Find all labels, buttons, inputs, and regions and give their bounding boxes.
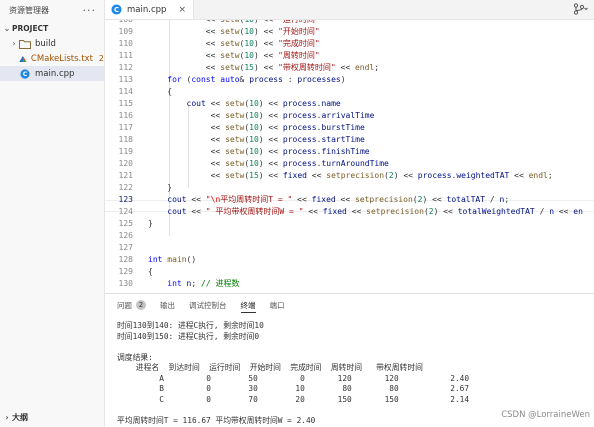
code-line: 116 << setw(10) << process.arrivalTime (118, 111, 375, 120)
tab-debug-console[interactable]: 调试控制台 (189, 294, 227, 316)
terminal-line: A 0 50 0 120 120 2.40 (117, 373, 470, 383)
code-line: 125} (118, 219, 153, 228)
tab-label: 调试控制台 (189, 300, 227, 310)
code-line: 124 cout << " 平均带权周转时间W = " << fixed << … (118, 207, 583, 216)
tab-main-cpp[interactable]: C main.cpp × (105, 0, 194, 19)
tree-item-label: main.cpp (35, 68, 75, 79)
outline-section[interactable]: › 大纲 (0, 410, 28, 424)
terminal-line: 时间140到150: 进程C执行, 剩余时间0 (117, 331, 260, 341)
editor-tab-bar: C main.cpp × (105, 0, 594, 20)
terminal-line: 平均周转时间T = 116.67 平均带权周转时间W = 2.40 (117, 415, 316, 425)
tree-item-main-cpp[interactable]: C main.cpp (0, 66, 104, 81)
close-tab-button[interactable]: × (178, 5, 186, 15)
folder-icon (19, 39, 31, 49)
code-line: 120 << setw(10) << process.turnAroundTim… (118, 159, 389, 168)
terminal-output[interactable]: 时间130到140: 进程C执行, 剩余时间10 时间140到150: 进程C执行… (117, 321, 469, 426)
code-line: 118 << setw(10) << process.startTime (118, 135, 365, 144)
code-line: 121 << setw(15) << fixed << setprecision… (118, 171, 553, 180)
project-folder[interactable]: ⌄ PROJECT (0, 21, 104, 36)
cpp-icon: C (20, 68, 30, 79)
svg-text:C: C (114, 6, 119, 14)
code-line: 113 for (const auto& process : processes… (118, 75, 346, 84)
chevron-right-icon: › (5, 412, 9, 422)
more-actions-button[interactable]: ··· (83, 4, 97, 17)
tab-terminal[interactable]: 终端 (240, 294, 256, 316)
code-line: 126 (118, 231, 133, 240)
terminal-line: 时间130到140: 进程C执行, 剩余时间10 (117, 321, 264, 330)
code-line: 122 } (118, 183, 173, 192)
panel-tabs: 问题 2 输出 调试控制台 终端 端口 (105, 294, 594, 316)
explorer-title: 资源管理器 (9, 5, 49, 15)
terminal-line: C 0 70 20 150 150 2.14 (117, 394, 470, 404)
tree-item-label: build (35, 38, 56, 49)
code-line: 129{ (118, 267, 153, 276)
tab-ports[interactable]: 端口 (270, 294, 285, 316)
watermark: CSDN @LorraineWen (501, 410, 590, 420)
tab-label: 终端 (240, 300, 256, 310)
code-line: 117 << setw(10) << process.burstTime (118, 123, 365, 132)
problem-count-badge: 2 (98, 54, 104, 63)
bottom-panel: 问题 2 输出 调试控制台 终端 端口 时间130到140: 进程C执行, 剩余… (105, 293, 594, 427)
terminal-line: 调度结果: (117, 352, 153, 362)
tree-item-cmakelists[interactable]: CMakeLists.txt 2 (0, 51, 104, 66)
tab-output[interactable]: 输出 (160, 294, 175, 316)
tab-label: 问题 (117, 300, 132, 310)
code-line: 109 << setw(10) << "开始时间" (118, 27, 320, 36)
cmake-icon (19, 55, 27, 62)
code-line: 115 cout << setw(10) << process.name (118, 99, 341, 108)
code-line: 114 { (118, 87, 173, 96)
code-line: 112 << setw(15) << "带权周转时间" << endl; (118, 63, 380, 72)
explorer-header: 资源管理器 ··· (0, 0, 104, 20)
terminal-line: 进程名 到达时间 运行时间 开始时间 完成时间 周转时间 带权周转时间 (117, 363, 423, 372)
tab-problems[interactable]: 问题 2 (117, 294, 146, 316)
tab-label: 输出 (160, 300, 175, 310)
source-control-icon[interactable] (572, 3, 588, 15)
code-line: 111 << setw(10) << "周转时间" (118, 51, 320, 60)
code-line: 119 << setw(10) << process.finishTime (118, 147, 370, 156)
outline-label: 大纲 (12, 412, 28, 422)
tab-label: 端口 (269, 300, 285, 310)
project-label: PROJECT (12, 24, 49, 33)
tree-item-build[interactable]: › build (0, 36, 104, 51)
explorer-sidebar: 资源管理器 ··· ⌄ PROJECT › build CMakeLists.t… (0, 0, 105, 426)
chevron-down-icon: ⌄ (3, 24, 11, 33)
code-line: 128 int main() (118, 255, 197, 264)
code-line: 130 int n; // 进程数 (118, 279, 240, 288)
code-editor[interactable]: 108 << setw(10) << "运行时间" 109 << setw(10… (105, 20, 594, 293)
problem-count-badge: 2 (136, 300, 146, 310)
svg-text:C: C (23, 71, 28, 78)
tree-item-label: CMakeLists.txt (30, 53, 93, 64)
code-line-active: 123 cout << "\n平均周转时间T = " << fixed << s… (118, 195, 510, 204)
cpp-icon: C (111, 4, 122, 15)
tab-label: main.cpp (127, 4, 167, 15)
chevron-right-icon: › (12, 39, 16, 48)
code-line: 110 << setw(10) << "完成时间" (118, 39, 320, 48)
code-line: 127 (118, 243, 133, 252)
terminal-line: B 0 30 10 80 80 2.67 (117, 384, 470, 393)
